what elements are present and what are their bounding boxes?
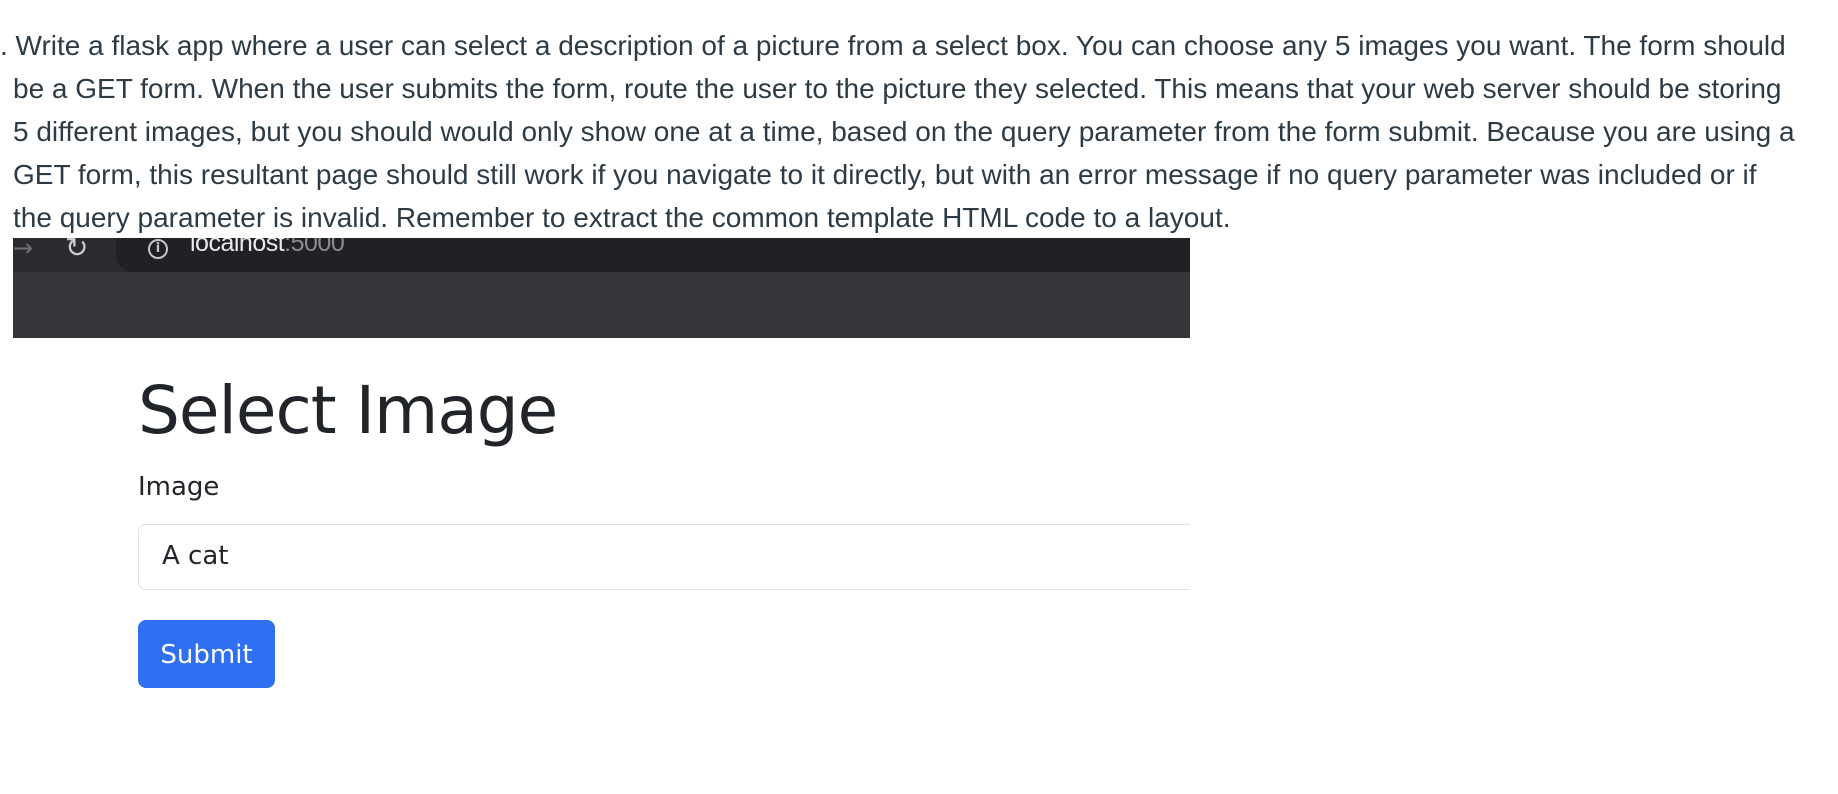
page-title: Select Image bbox=[138, 372, 558, 449]
url-port: :5000 bbox=[284, 238, 345, 257]
image-select[interactable]: A cat bbox=[138, 524, 1190, 590]
assignment-instructions: . Write a flask app where a user can sel… bbox=[0, 24, 1830, 239]
instruction-line: the query parameter is invalid. Remember… bbox=[13, 202, 1231, 233]
url-text[interactable]: localhost:5000 bbox=[190, 238, 345, 258]
address-bar[interactable]: i localhost:5000 bbox=[116, 238, 1190, 272]
instruction-line: be a GET form. When the user submits the… bbox=[13, 73, 1782, 104]
instruction-line: 5 different images, but you should would… bbox=[13, 116, 1795, 147]
forward-arrow-icon[interactable]: → bbox=[13, 238, 33, 272]
reload-icon[interactable]: ↻ bbox=[65, 238, 88, 272]
image-field-label: Image bbox=[138, 472, 220, 502]
instruction-line: GET form, this resultant page should sti… bbox=[13, 159, 1757, 190]
info-icon[interactable]: i bbox=[148, 239, 168, 259]
browser-window: → ↻ i localhost:5000 bbox=[13, 238, 1190, 338]
url-host: localhost bbox=[190, 238, 285, 257]
image-select-value: A cat bbox=[162, 541, 229, 571]
submit-button[interactable]: Submit bbox=[138, 620, 275, 688]
instruction-line: . Write a flask app where a user can sel… bbox=[0, 30, 1786, 61]
browser-toolbar: → ↻ i localhost:5000 bbox=[13, 238, 1190, 272]
